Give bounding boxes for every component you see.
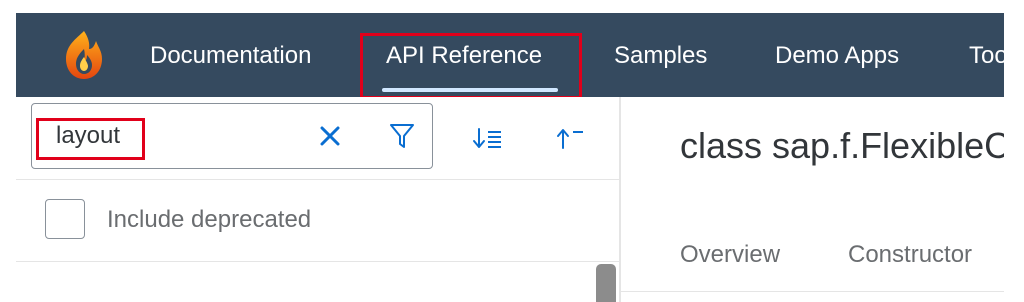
content-panel: class sap.f.FlexibleColumnLayout Overvie… [621, 97, 1004, 302]
close-icon[interactable] [315, 121, 345, 151]
nav-item-samples[interactable]: Samples [614, 41, 707, 71]
include-deprecated-label: Include deprecated [107, 206, 312, 233]
nav-item-tools[interactable]: Tools [969, 41, 1004, 71]
nav-item-documentation[interactable]: Documentation [150, 41, 311, 71]
search-field[interactable]: layout [31, 103, 433, 169]
collapse-all-icon[interactable] [550, 119, 590, 157]
sort-descending-icon[interactable] [468, 119, 508, 157]
search-input[interactable]: layout [56, 122, 120, 150]
tab-overview[interactable]: Overview [680, 240, 780, 270]
filter-icon[interactable] [385, 119, 419, 153]
top-navigation-bar: Documentation API Reference Samples Demo… [16, 13, 1004, 97]
tab-constructor[interactable]: Constructor [848, 240, 972, 270]
toolbar-divider [16, 179, 619, 180]
tab-bar-divider [621, 291, 1004, 292]
nav-item-demo-apps[interactable]: Demo Apps [775, 41, 899, 71]
page-title: class sap.f.FlexibleColumnLayout [680, 125, 1004, 166]
nav-item-api-reference[interactable]: API Reference [386, 41, 542, 71]
scrollbar-thumb[interactable] [596, 264, 616, 302]
filter-divider [16, 261, 619, 262]
active-tab-indicator [382, 88, 558, 92]
phoenix-flame-logo-icon[interactable] [56, 27, 112, 83]
include-deprecated-checkbox[interactable] [45, 199, 85, 239]
api-tree-panel: layout Include deprecated [16, 97, 619, 302]
